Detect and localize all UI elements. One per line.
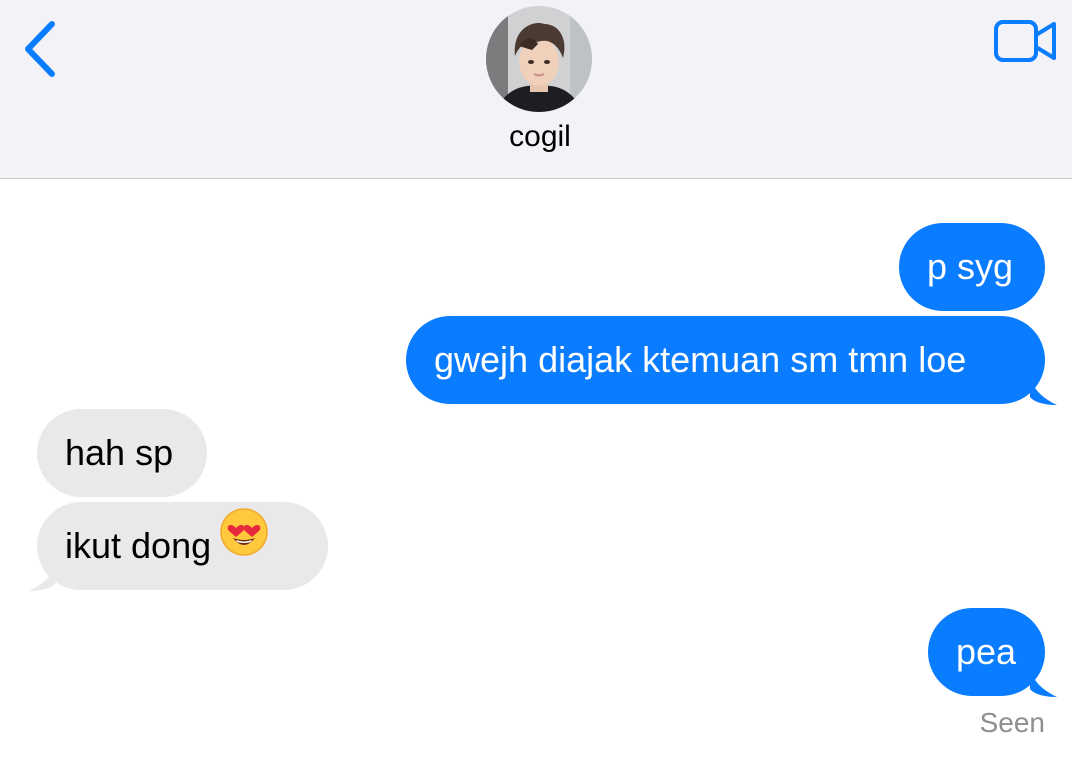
conversation-header: cogil [0, 0, 1072, 179]
avatar[interactable] [486, 6, 592, 112]
message-text: gwejh diajak ktemuan sm tmn loe [434, 339, 967, 380]
message-bubble-sent[interactable]: gwejh diajak ktemuan sm tmn loe [406, 316, 1045, 404]
message-text: pea [956, 631, 1017, 672]
message-bubble-received[interactable]: ikut dong [37, 502, 328, 590]
back-button[interactable] [18, 18, 62, 80]
bubble-tail [1030, 375, 1057, 405]
heart-eyes-emoji [219, 501, 269, 589]
message-text: ikut dong [65, 525, 212, 566]
contact-name[interactable]: cogil [0, 120, 1072, 154]
message-bubble-sent[interactable]: pea [928, 608, 1045, 696]
message-text: p syg [927, 246, 1014, 287]
bubble-tail [29, 561, 56, 591]
message-bubble-sent[interactable]: p syg [899, 223, 1045, 311]
contact-photo [486, 6, 592, 112]
video-camera-icon [994, 20, 1056, 62]
video-call-button[interactable] [992, 18, 1060, 64]
chevron-left-icon [25, 21, 55, 77]
message-bubble-received[interactable]: hah sp [37, 409, 207, 497]
message-text: hah sp [65, 432, 174, 473]
bubble-tail [1030, 667, 1057, 697]
read-receipt: Seen [979, 707, 1045, 738]
